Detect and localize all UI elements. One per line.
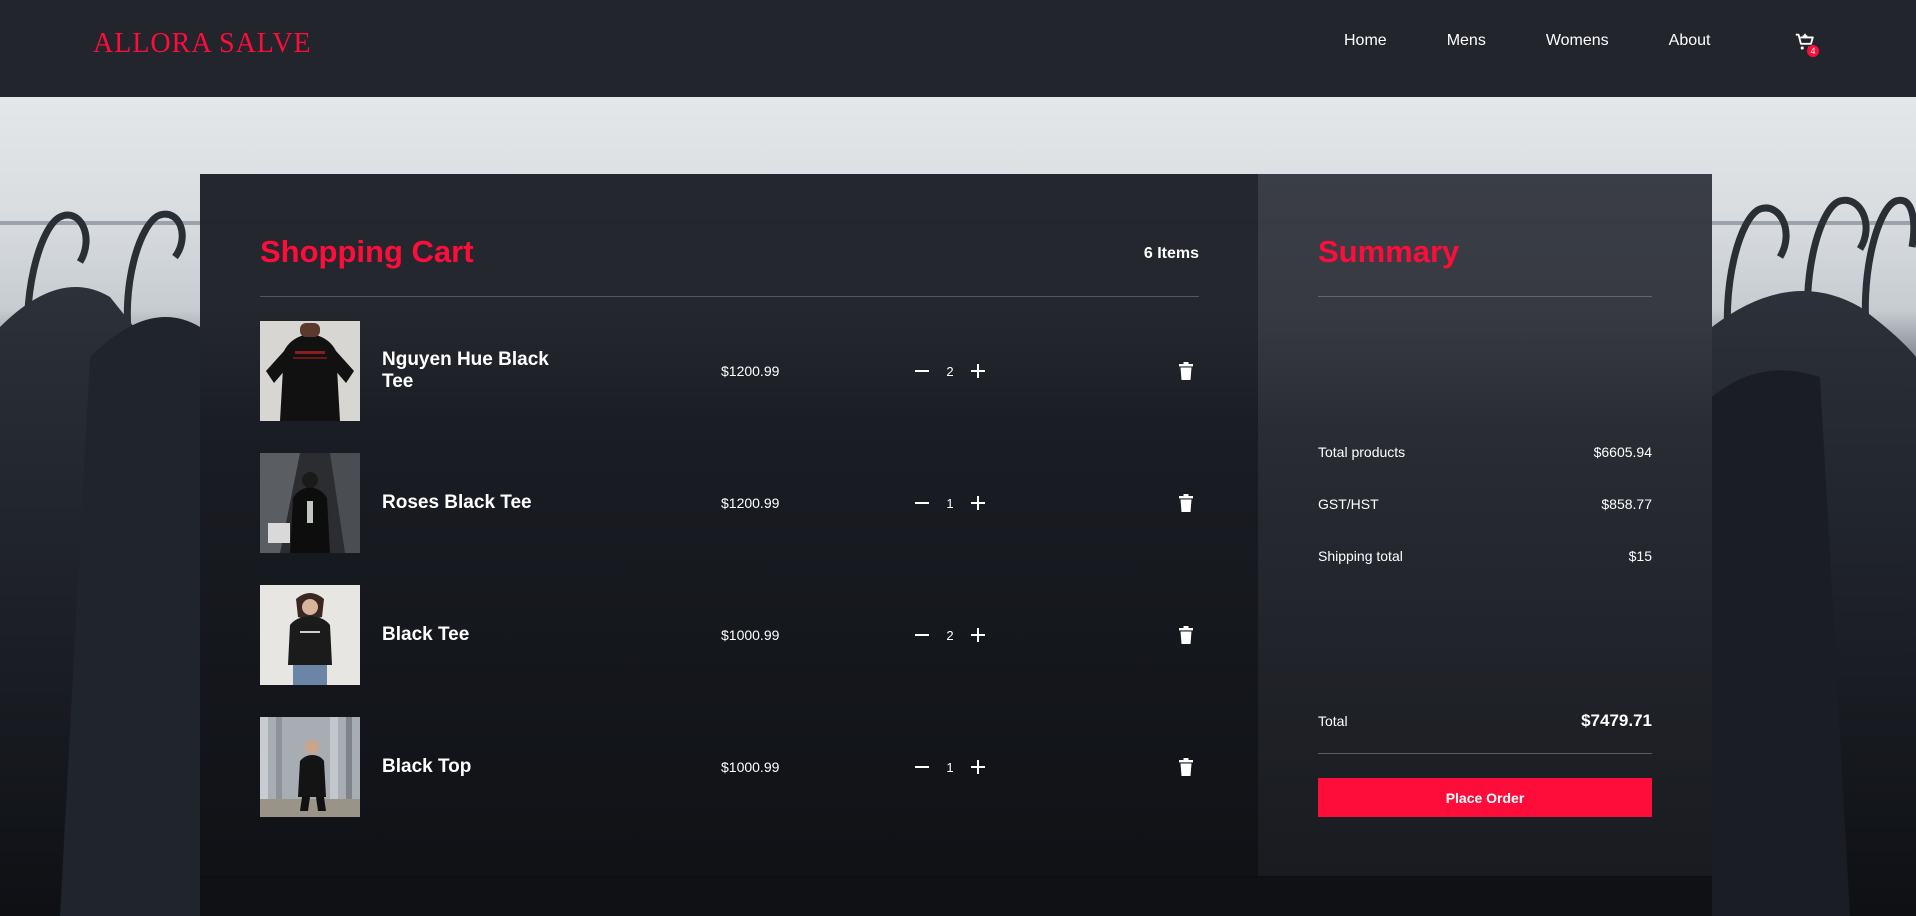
navbar: ALLORA SALVE Home Mens Womens About 4 — [0, 0, 1916, 97]
quantity-stepper: 2 — [912, 359, 988, 383]
quantity-stepper: 1 — [912, 491, 988, 515]
cart-item-count: 6 Items — [1143, 245, 1199, 262]
trash-icon — [1179, 494, 1193, 512]
summary-value: $6605.94 — [1593, 444, 1652, 460]
total-label: Total — [1318, 713, 1348, 729]
product-price: $1200.99 — [721, 495, 780, 511]
place-order-button[interactable]: Place Order — [1318, 778, 1652, 817]
divider — [1318, 296, 1652, 297]
summary-row-shipping: Shipping total $15 — [1318, 548, 1652, 564]
cart-item: Black Top $1000.99 1 — [260, 717, 1199, 817]
summary-value: $15 — [1628, 548, 1652, 564]
remove-item-button[interactable] — [1176, 361, 1196, 381]
nav-link-mens[interactable]: Mens — [1447, 31, 1486, 51]
quantity-stepper: 2 — [912, 623, 988, 647]
quantity-value: 2 — [946, 363, 954, 379]
cart-item: Black Tee $1000.99 2 — [260, 585, 1199, 685]
product-price: $1000.99 — [721, 627, 780, 643]
product-price: $1000.99 — [721, 759, 780, 775]
remove-item-button[interactable] — [1176, 493, 1196, 513]
product-image[interactable] — [260, 717, 360, 817]
increase-quantity-button[interactable] — [968, 493, 988, 513]
product-image[interactable] — [260, 453, 360, 553]
plus-icon — [971, 496, 985, 510]
trash-icon — [1179, 362, 1193, 380]
increase-quantity-button[interactable] — [968, 361, 988, 381]
cart-badge: 4 — [1807, 45, 1819, 57]
plus-icon — [971, 628, 985, 642]
decrease-quantity-button[interactable] — [912, 757, 932, 777]
cart-title: Shopping Cart — [260, 234, 474, 269]
cart-item: Roses Black Tee $1200.99 1 — [260, 453, 1199, 553]
decrease-quantity-button[interactable] — [912, 625, 932, 645]
nav-links: Home Mens Womens About — [1344, 31, 1770, 51]
plus-icon — [971, 364, 985, 378]
brand-logo[interactable]: ALLORA SALVE — [93, 28, 312, 60]
summary-label: Shipping total — [1318, 548, 1403, 564]
minus-icon — [915, 766, 929, 768]
cart-button[interactable]: 4 — [1794, 31, 1822, 59]
quantity-value: 2 — [946, 627, 954, 643]
summary-total-row: Total $7479.71 — [1318, 711, 1652, 731]
nav-link-home[interactable]: Home — [1344, 31, 1387, 51]
increase-quantity-button[interactable] — [968, 625, 988, 645]
product-name[interactable]: Roses Black Tee — [382, 492, 562, 514]
increase-quantity-button[interactable] — [968, 757, 988, 777]
divider — [260, 296, 1199, 297]
divider — [1318, 753, 1652, 754]
minus-icon — [915, 502, 929, 504]
summary-row-gst-hst: GST/HST $858.77 — [1318, 496, 1652, 512]
product-price: $1200.99 — [721, 363, 780, 379]
product-image[interactable] — [260, 585, 360, 685]
product-name[interactable]: Black Top — [382, 756, 562, 778]
decrease-quantity-button[interactable] — [912, 493, 932, 513]
decrease-quantity-button[interactable] — [912, 361, 932, 381]
quantity-stepper: 1 — [912, 755, 988, 779]
minus-icon — [915, 370, 929, 372]
product-name[interactable]: Nguyen Hue Black Tee — [382, 349, 562, 393]
summary-label: Total products — [1318, 444, 1406, 460]
trash-icon — [1179, 758, 1193, 776]
summary-value: $858.77 — [1601, 496, 1652, 512]
quantity-value: 1 — [946, 759, 954, 775]
total-value: $7479.71 — [1581, 711, 1652, 730]
summary-label: GST/HST — [1318, 496, 1379, 512]
minus-icon — [915, 634, 929, 636]
cart-panel: Shopping Cart 6 Items Nguyen Hue Black T… — [200, 174, 1712, 876]
order-summary: Summary Total products $6605.94 GST/HST … — [1258, 174, 1712, 876]
nav-link-womens[interactable]: Womens — [1546, 31, 1609, 51]
trash-icon — [1179, 626, 1193, 644]
cart-item: Nguyen Hue Black Tee $1200.99 2 — [260, 321, 1199, 421]
summary-title: Summary — [1318, 234, 1460, 269]
quantity-value: 1 — [946, 495, 954, 511]
plus-icon — [971, 760, 985, 774]
nav-link-about[interactable]: About — [1669, 31, 1711, 51]
remove-item-button[interactable] — [1176, 625, 1196, 645]
summary-row-total-products: Total products $6605.94 — [1318, 444, 1652, 460]
remove-item-button[interactable] — [1176, 757, 1196, 777]
product-image[interactable] — [260, 321, 360, 421]
shopping-cart-section: Shopping Cart 6 Items Nguyen Hue Black T… — [200, 174, 1258, 876]
product-name[interactable]: Black Tee — [382, 624, 562, 646]
